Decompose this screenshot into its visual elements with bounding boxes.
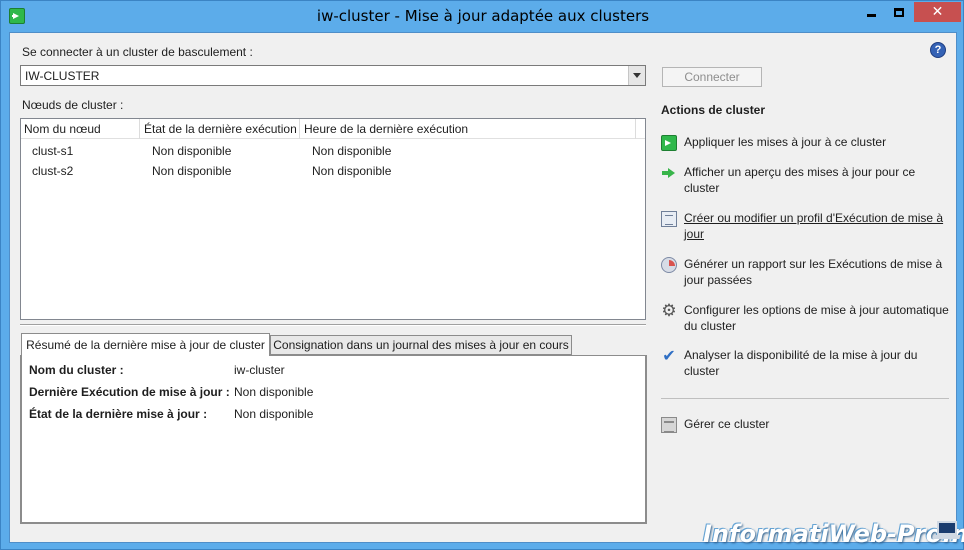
profile-icon — [661, 211, 677, 227]
action-label[interactable]: Configurer les options de mise à jour au… — [684, 302, 949, 334]
connect-button[interactable]: Connecter — [662, 67, 762, 87]
report-icon — [661, 257, 677, 273]
table-row[interactable]: clust-s2 Non disponible Non disponible — [21, 161, 645, 181]
node-state-cell: Non disponible — [152, 144, 232, 158]
action-label[interactable]: Afficher un aperçu des mises à jour pour… — [684, 164, 949, 196]
column-separator[interactable] — [635, 119, 636, 139]
summary-key: Dernière Exécution de mise à jour : — [29, 385, 230, 399]
splitter[interactable] — [20, 324, 646, 326]
node-name-cell: clust-s1 — [32, 144, 74, 158]
action-manage-cluster[interactable]: Gérer ce cluster — [661, 416, 951, 436]
app-window: iw-cluster - Mise à jour adaptée aux clu… — [0, 0, 964, 550]
node-time-cell: Non disponible — [312, 144, 392, 158]
action-label[interactable]: Générer un rapport sur les Exécutions de… — [684, 256, 949, 288]
action-configure-auto-update[interactable]: ⚙ Configurer les options de mise à jour … — [661, 302, 951, 336]
node-state-cell: Non disponible — [152, 164, 232, 178]
nodes-label: Nœuds de cluster : — [22, 98, 124, 112]
summary-value: Non disponible — [234, 407, 314, 421]
column-header-last-state[interactable]: État de la dernière exécution — [144, 122, 297, 136]
actions-title: Actions de cluster — [661, 103, 766, 117]
table-row[interactable]: clust-s1 Non disponible Non disponible — [21, 141, 645, 161]
tab-summary[interactable]: Résumé de la dernière mise à jour de clu… — [21, 333, 270, 356]
summary-value: Non disponible — [234, 385, 314, 399]
chevron-down-icon[interactable] — [628, 66, 645, 85]
window-title: iw-cluster - Mise à jour adaptée aux clu… — [316, 7, 650, 25]
laptop-icon — [932, 521, 961, 541]
apply-updates-icon — [661, 135, 677, 151]
node-name-cell: clust-s2 — [32, 164, 74, 178]
summary-panel: Nom du cluster : iw-cluster Dernière Exé… — [20, 355, 647, 524]
action-label[interactable]: Gérer ce cluster — [684, 416, 949, 432]
tab-logging[interactable]: Consignation dans un journal des mises à… — [270, 335, 572, 355]
title-bar[interactable]: iw-cluster - Mise à jour adaptée aux clu… — [1, 1, 963, 32]
close-button[interactable]: ✕ — [914, 2, 961, 22]
action-apply-updates[interactable]: Appliquer les mises à jour à ce cluster — [661, 134, 951, 154]
action-preview-updates[interactable]: Afficher un aperçu des mises à jour pour… — [661, 164, 951, 198]
watermark-text: InformatiWeb-Pro.net — [703, 520, 964, 548]
cluster-combobox[interactable]: IW-CLUSTER — [20, 65, 646, 86]
column-header-node-name[interactable]: Nom du nœud — [24, 122, 101, 136]
column-separator[interactable] — [299, 119, 300, 139]
connect-label: Se connecter à un cluster de basculement… — [22, 45, 253, 59]
summary-value: iw-cluster — [234, 363, 285, 377]
minimize-button[interactable] — [858, 2, 884, 22]
preview-arrow-icon — [661, 165, 677, 181]
checkmark-icon: ✔ — [662, 346, 676, 365]
gear-icon: ⚙ — [661, 301, 677, 321]
node-time-cell: Non disponible — [312, 164, 392, 178]
column-header-last-time[interactable]: Heure de la dernière exécution — [304, 122, 468, 136]
minimize-icon — [866, 13, 876, 17]
action-analyze-readiness[interactable]: ✔ Analyser la disponibilité de la mise à… — [661, 347, 951, 381]
server-icon — [661, 417, 677, 433]
action-label[interactable]: Appliquer les mises à jour à ce cluster — [684, 134, 949, 150]
maximize-button[interactable] — [886, 2, 912, 22]
actions-divider — [661, 398, 949, 399]
summary-key: État de la dernière mise à jour : — [29, 407, 208, 421]
action-generate-report[interactable]: Générer un rapport sur les Exécutions de… — [661, 256, 951, 290]
action-edit-profile[interactable]: Créer ou modifier un profil d'Exécution … — [661, 210, 951, 244]
summary-key: Nom du cluster : — [29, 363, 124, 377]
action-label[interactable]: Créer ou modifier un profil d'Exécution … — [684, 210, 949, 242]
help-icon[interactable]: ? — [930, 42, 946, 58]
close-icon: ✕ — [931, 4, 944, 20]
nodes-list-header: Nom du nœud État de la dernière exécutio… — [21, 119, 645, 139]
action-label[interactable]: Analyser la disponibilité de la mise à j… — [684, 347, 949, 379]
client-area: Se connecter à un cluster de basculement… — [9, 32, 957, 543]
maximize-icon — [894, 7, 904, 17]
nodes-list[interactable]: Nom du nœud État de la dernière exécutio… — [20, 118, 646, 320]
cluster-combobox-value: IW-CLUSTER — [25, 69, 100, 83]
column-separator[interactable] — [139, 119, 140, 139]
